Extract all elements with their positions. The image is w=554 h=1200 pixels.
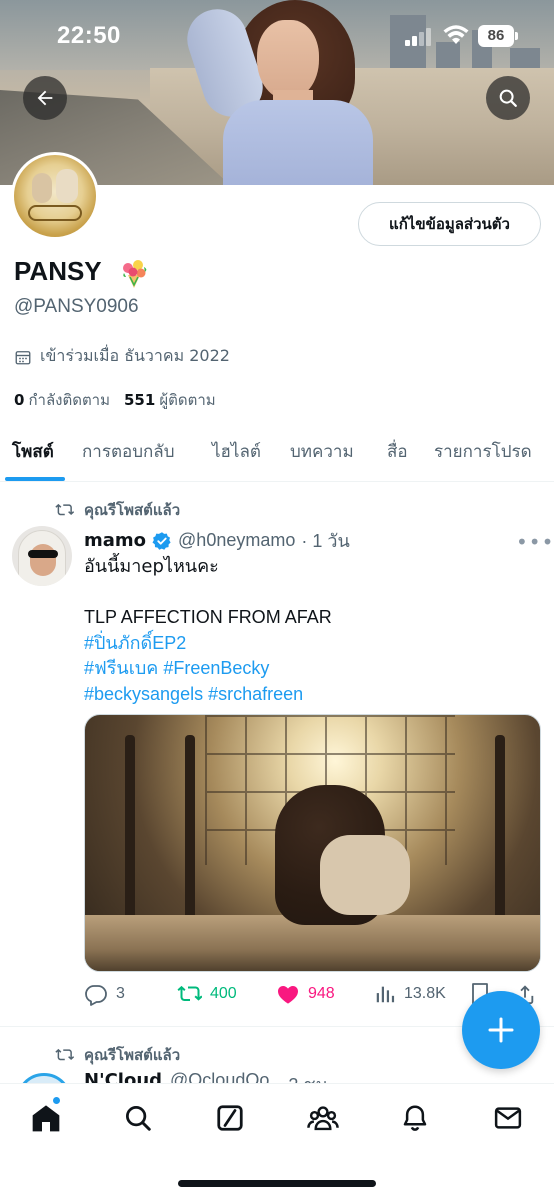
back-button[interactable]: [23, 76, 67, 120]
tab-media[interactable]: สื่อ: [387, 438, 408, 465]
tweet-text: อันนี้มาepไหนคะ TLP AFFECTION FROM AFAR …: [84, 554, 539, 707]
tweet-author-avatar[interactable]: [12, 526, 72, 586]
profile-avatar[interactable]: [11, 152, 99, 240]
repost-count: 400: [210, 985, 237, 1002]
messages-icon: [494, 1107, 522, 1129]
active-tab-indicator: [5, 477, 65, 481]
views-icon: [376, 986, 395, 1003]
tweet-author-name[interactable]: mamo: [84, 530, 146, 551]
reply-button[interactable]: 3: [84, 982, 125, 1006]
following-count: 0: [14, 391, 25, 409]
calendar-icon: [15, 350, 31, 364]
wifi-icon: [443, 25, 469, 44]
tweet-text-line: TLP AFFECTION FROM AFAR: [84, 607, 332, 627]
compose-button[interactable]: [462, 991, 540, 1069]
tab-likes[interactable]: รายการโปรด: [434, 438, 532, 465]
status-bar: 22:50 86: [0, 0, 554, 74]
joined-date: เข้าร่วมเมื่อ ธันวาคม 2022: [14, 344, 230, 369]
hashtag-link[interactable]: #beckysangels #srchafreen: [84, 682, 539, 708]
nav-messages[interactable]: [488, 1098, 528, 1138]
tweet-text-line: อันนี้มาepไหนคะ: [84, 556, 219, 577]
repost-context: คุณรีโพสต์แล้ว: [54, 1043, 180, 1067]
followers-label: ผู้ติดตาม: [159, 391, 216, 409]
reply-count: 3: [116, 985, 125, 1002]
views-button[interactable]: 13.8K: [374, 982, 446, 1006]
tab-highlights[interactable]: ไฮไลต์: [212, 438, 261, 465]
heart-icon: [278, 986, 298, 1004]
plus-icon: [488, 1017, 514, 1043]
search-icon: [126, 1106, 151, 1131]
more-options-icon[interactable]: •••: [516, 530, 554, 554]
tab-replies[interactable]: การตอบกลับ: [82, 438, 175, 465]
bouquet-emoji-icon: [123, 260, 147, 288]
repost-label: คุณรีโพสต์แล้ว: [84, 1046, 181, 1064]
nav-notifications[interactable]: [395, 1098, 435, 1138]
notifications-icon: [403, 1105, 427, 1131]
home-notification-dot: [52, 1096, 61, 1105]
grok-icon: [217, 1105, 243, 1131]
repost-context: คุณรีโพสต์แล้ว: [54, 498, 180, 522]
avatar-image: [14, 155, 96, 237]
communities-icon: [307, 1106, 339, 1131]
repost-button[interactable]: 400: [176, 982, 237, 1006]
search-button[interactable]: [486, 76, 530, 120]
tweet-author-handle[interactable]: @h0neymamo: [178, 530, 295, 551]
views-count: 13.8K: [404, 985, 446, 1002]
repost-icon: [55, 503, 74, 516]
tab-articles[interactable]: บทความ: [290, 438, 354, 465]
following-label: กำลังติดตาม: [28, 391, 110, 409]
reply-icon: [85, 985, 107, 1006]
nav-home[interactable]: [26, 1098, 66, 1138]
status-time: 22:50: [57, 22, 121, 49]
repost-label: คุณรีโพสต์แล้ว: [84, 501, 181, 519]
followers-count: 551: [124, 391, 156, 409]
arrow-left-icon: [37, 90, 53, 106]
tweet-header: mamo @h0neymamo · 1 วัน: [84, 526, 350, 555]
like-count: 948: [308, 985, 335, 1002]
cellular-signal-icon: [405, 28, 435, 46]
hashtag-link[interactable]: #ฟรีนเบค #FreenBecky: [84, 656, 539, 682]
profile-handle: @PANSY0906: [14, 296, 139, 317]
repost-icon: [177, 985, 202, 1001]
followers-link[interactable]: 551 ผู้ติดตาม: [124, 388, 216, 412]
like-button[interactable]: 948: [276, 982, 335, 1006]
verified-badge-icon: [152, 531, 171, 550]
profile-tabs: โพสต์ การตอบกลับ ไฮไลต์ บทความ สื่อ รายก…: [0, 424, 554, 482]
tab-posts[interactable]: โพสต์: [12, 438, 54, 465]
nav-communities[interactable]: [303, 1098, 343, 1138]
search-icon: [499, 89, 517, 107]
nav-search[interactable]: [118, 1098, 158, 1138]
repost-icon: [55, 1048, 74, 1061]
follow-stats: 0 กำลังติดตาม 551 ผู้ติดตาม: [14, 388, 216, 412]
tweet-time[interactable]: · 1 วัน: [301, 526, 349, 555]
following-link[interactable]: 0 กำลังติดตาม: [14, 388, 110, 412]
edit-profile-button[interactable]: แก้ไขข้อมูลส่วนตัว: [358, 202, 541, 246]
joined-text: เข้าร่วมเมื่อ ธันวาคม 2022: [40, 346, 230, 365]
display-name: PANSY: [14, 256, 102, 286]
tweet-media-image[interactable]: [84, 714, 541, 972]
home-indicator-bar: [178, 1180, 376, 1187]
battery-indicator: 86: [478, 25, 518, 47]
home-icon: [32, 1105, 60, 1132]
hashtag-link[interactable]: #ปิ่นภักดิ์EP2: [84, 631, 539, 657]
nav-grok[interactable]: [210, 1098, 250, 1138]
